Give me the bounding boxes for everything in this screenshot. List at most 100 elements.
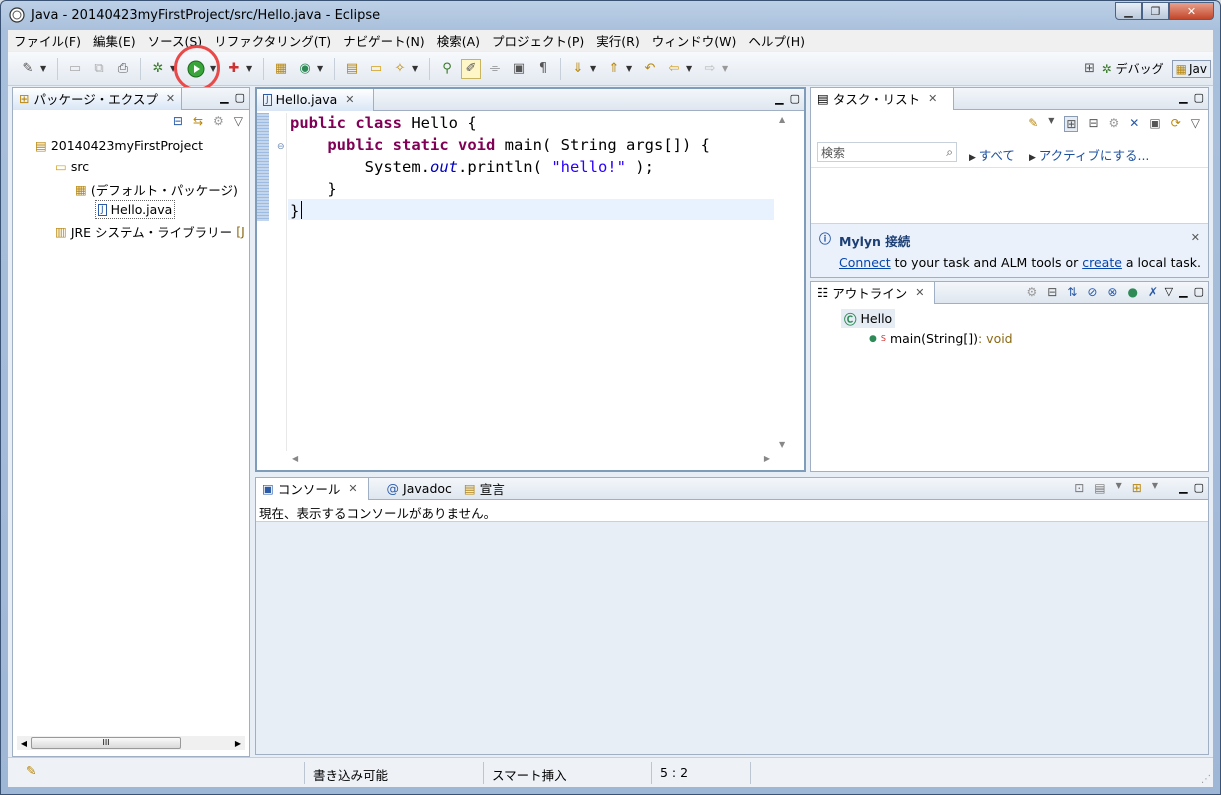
print-icon[interactable]: ⎙ — [113, 59, 133, 79]
minimize-view-icon[interactable]: ▁ — [775, 92, 783, 105]
view-menu-icon[interactable]: ▽ — [1191, 116, 1200, 132]
new-java-package-icon[interactable]: ▦ — [271, 59, 291, 79]
close-icon[interactable]: ✕ — [348, 482, 357, 495]
code-line[interactable]: System.out.println( "hello!" ); — [290, 158, 654, 176]
search-dropdown-icon[interactable]: ▼ — [412, 64, 420, 73]
code-line[interactable]: public static void main( String args[]) … — [290, 136, 710, 154]
forward-icon[interactable]: ⇨ — [700, 59, 720, 79]
focus-icon[interactable]: ⚙ — [1026, 285, 1037, 299]
open-type-icon[interactable]: ▤ — [342, 59, 362, 79]
close-button[interactable]: ✕ — [1169, 2, 1214, 20]
minimize-view-icon[interactable]: ▁ — [1179, 481, 1187, 494]
open-console-icon[interactable]: ⊞ — [1132, 481, 1142, 495]
tree-item-src[interactable]: ▭ src — [55, 159, 89, 174]
java-perspective-button[interactable]: ▦ Jav — [1171, 59, 1211, 78]
new-icon[interactable]: ✎ — [18, 59, 38, 79]
new-class-dropdown-icon[interactable]: ▼ — [317, 64, 325, 73]
tab-package-explorer[interactable]: ⊞ パッケージ・エクスプ ✕ — [13, 87, 183, 110]
prev-annotation-dropdown-icon[interactable]: ▼ — [626, 64, 634, 73]
menu-project[interactable]: プロジェクト(P) — [486, 31, 590, 50]
menu-window[interactable]: ウィンドウ(W) — [646, 31, 743, 50]
display-console-icon[interactable]: ▤ — [1094, 481, 1105, 495]
connect-link[interactable]: Connect — [839, 255, 891, 270]
close-icon[interactable]: ✕ — [928, 92, 937, 105]
fast-view-icon[interactable]: ✎ — [26, 763, 36, 778]
scroll-left-icon[interactable]: ◀ — [292, 454, 298, 463]
back-icon[interactable]: ⇦ — [664, 59, 684, 79]
hide-static-icon[interactable]: ⊗ — [1107, 285, 1117, 299]
activate-link[interactable]: ▶ アクティブにする... — [1029, 145, 1149, 164]
new-task-dropdown-icon[interactable]: ▼ — [1048, 116, 1054, 132]
hide-local-types-icon[interactable]: ✗ — [1148, 285, 1158, 299]
hide-fields-icon[interactable]: ⊘ — [1087, 285, 1097, 299]
menu-refactor[interactable]: リファクタリング(T) — [208, 31, 337, 50]
pin-console-icon[interactable]: ⊡ — [1074, 481, 1084, 495]
code-line[interactable]: public class Hello { — [290, 114, 477, 132]
open-console-dropdown-icon[interactable]: ▼ — [1152, 481, 1158, 495]
filter-all-link[interactable]: ▶ すべて — [969, 145, 1015, 164]
maximize-view-icon[interactable]: ▢ — [1194, 481, 1204, 494]
tree-item-hello-java[interactable]: J Hello.java — [95, 200, 176, 219]
console-output[interactable] — [256, 522, 1208, 754]
search-input[interactable]: 検索 — [821, 144, 946, 161]
open-folder-icon[interactable]: ▭ — [366, 59, 386, 79]
code-line[interactable]: } — [290, 202, 299, 220]
menu-run[interactable]: 実行(R) — [590, 31, 645, 50]
menu-search[interactable]: 検索(A) — [431, 31, 486, 50]
new-dropdown-icon[interactable]: ▼ — [40, 64, 48, 73]
menu-navigate[interactable]: ナビゲート(N) — [337, 31, 431, 50]
sync-icon[interactable]: ⟳ — [1171, 116, 1181, 132]
scroll-right-icon[interactable]: ▶ — [231, 739, 245, 748]
close-icon[interactable]: ✕ — [166, 92, 175, 105]
collapse-all-icon[interactable]: ⊟ — [173, 114, 183, 128]
debug-icon[interactable]: ✲ — [148, 59, 168, 79]
menu-file[interactable]: ファイル(F) — [8, 31, 87, 50]
debug-perspective-button[interactable]: ✲ デバッグ — [1102, 60, 1164, 77]
close-icon[interactable]: ✕ — [1191, 231, 1200, 244]
external-tools-icon[interactable]: ✚ — [224, 59, 244, 79]
scheduled-icon[interactable]: ⊟ — [1088, 116, 1098, 132]
scroll-down-icon[interactable]: ▼ — [779, 440, 785, 449]
mark-occurrences-icon[interactable]: ✐ — [461, 58, 481, 79]
display-console-dropdown-icon[interactable]: ▼ — [1116, 481, 1122, 495]
save-icon[interactable]: ▭ — [65, 59, 85, 79]
forward-dropdown-icon[interactable]: ▼ — [722, 64, 730, 73]
tree-item-project[interactable]: ▤ 20140423myFirstProject — [35, 138, 203, 153]
scroll-thumb[interactable]: III — [31, 737, 181, 749]
external-tools-dropdown-icon[interactable]: ▼ — [246, 64, 254, 73]
hide-nonpublic-icon[interactable]: ● — [1127, 285, 1137, 299]
tab-outline[interactable]: ☷ アウトライン ✕ — [811, 281, 936, 304]
tab-task-list[interactable]: ▤ タスク・リスト ✕ — [811, 87, 955, 110]
maximize-view-icon[interactable]: ▢ — [1194, 285, 1204, 298]
create-link[interactable]: create — [1082, 255, 1122, 270]
outline-class-item[interactable]: Ⓒ Hello — [841, 309, 896, 328]
prev-annotation-icon[interactable]: ⇑ — [604, 59, 624, 79]
minimize-view-icon[interactable]: ▁ — [220, 91, 228, 104]
code-line[interactable]: } — [290, 180, 336, 198]
horizontal-scrollbar[interactable]: ◀ ▶ — [288, 454, 774, 468]
scroll-left-icon[interactable]: ◀ — [17, 739, 31, 748]
toggle-breadcrumb-icon[interactable]: ⚲ — [437, 59, 457, 79]
search-icon[interactable]: ⌕ — [946, 145, 953, 160]
minimize-view-icon[interactable]: ▁ — [1179, 91, 1187, 104]
fold-icon[interactable]: ⊖ — [277, 142, 285, 152]
scroll-right-icon[interactable]: ▶ — [764, 454, 770, 463]
menu-edit[interactable]: 編集(E) — [87, 31, 142, 50]
tab-console[interactable]: ▣ コンソール ✕ — [256, 477, 369, 500]
view-menu-icon[interactable]: ▽ — [1165, 285, 1173, 298]
tab-javadoc[interactable]: @ Javadoc — [381, 478, 458, 500]
scroll-up-icon[interactable]: ▲ — [779, 115, 785, 124]
tab-declaration[interactable]: ▤ 宣言 — [458, 478, 511, 500]
maximize-view-icon[interactable]: ▢ — [790, 92, 800, 105]
expand-icon[interactable]: ▣ — [1149, 116, 1160, 132]
close-icon[interactable]: ✕ — [915, 286, 924, 299]
sort-icon[interactable]: ⇅ — [1067, 285, 1077, 299]
vertical-scrollbar[interactable]: ▲ ▼ — [776, 115, 790, 449]
open-perspective-icon[interactable]: ⊞ — [1080, 59, 1100, 79]
new-task-icon[interactable]: ✎ — [1028, 116, 1038, 132]
show-whitespace-icon[interactable]: ▣ — [509, 59, 529, 79]
horizontal-scrollbar[interactable]: ◀ III ▶ — [17, 736, 245, 750]
back-dropdown-icon[interactable]: ▼ — [686, 64, 694, 73]
filter-icon[interactable]: ⚙ — [213, 114, 224, 128]
next-annotation-dropdown-icon[interactable]: ▼ — [590, 64, 598, 73]
